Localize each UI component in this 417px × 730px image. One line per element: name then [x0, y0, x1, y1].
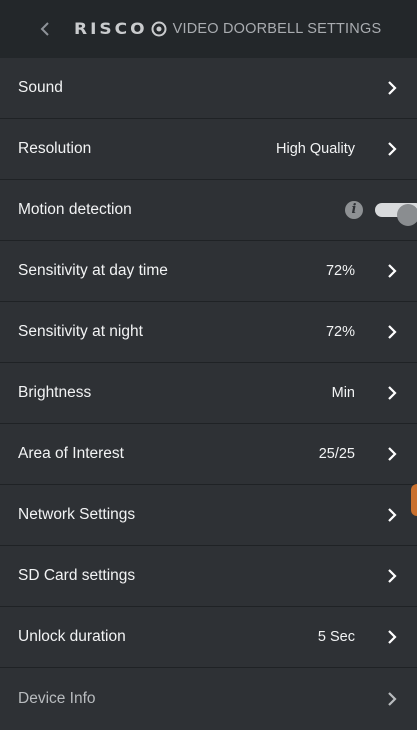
row-value: 5 Sec [317, 629, 355, 645]
settings-row-resolution[interactable]: Resolution High Quality [0, 119, 417, 180]
logo-text: RISCO [74, 19, 148, 39]
settings-row-brightness[interactable]: Brightness Min [0, 363, 417, 424]
settings-row-unlock-duration[interactable]: Unlock duration 5 Sec [0, 607, 417, 668]
settings-list: Sound Resolution High Quality Motion det… [0, 58, 417, 729]
chevron-right-icon [388, 264, 397, 278]
row-value: 72% [325, 324, 355, 340]
row-label: Network Settings [18, 506, 136, 523]
logo-mark-icon [151, 21, 167, 37]
scroll-indicator[interactable] [411, 484, 417, 516]
motion-detection-controls: i [345, 198, 417, 226]
chevron-right-icon [388, 142, 397, 156]
settings-row-sensitivity-day[interactable]: Sensitivity at day time 72% [0, 241, 417, 302]
settings-row-sensitivity-night[interactable]: Sensitivity at night 72% [0, 302, 417, 363]
row-value: Min [331, 385, 355, 401]
row-label: Brightness [18, 384, 92, 401]
app-header: RISCO VIDEO DOORBELL SETTINGS [0, 0, 417, 58]
toggle-knob [397, 204, 417, 226]
chevron-right-icon [388, 508, 397, 522]
info-icon[interactable]: i [345, 201, 363, 219]
row-label: Sensitivity at day time [18, 262, 168, 279]
row-label: SD Card settings [18, 567, 136, 584]
row-label: Sound [18, 79, 63, 96]
settings-row-motion-detection: Motion detection i [0, 180, 417, 241]
settings-row-area-of-interest[interactable]: Area of Interest 25/25 [0, 424, 417, 485]
motion-detection-toggle[interactable] [375, 203, 417, 226]
chevron-left-icon[interactable] [34, 18, 56, 40]
chevron-right-icon [388, 691, 397, 706]
row-value: High Quality [276, 141, 355, 157]
row-label: Device Info [18, 689, 96, 707]
page-title: VIDEO DOORBELL SETTINGS [172, 21, 382, 37]
risco-logo: RISCO [74, 19, 173, 39]
chevron-right-icon [388, 386, 397, 400]
row-label: Unlock duration [18, 628, 126, 645]
chevron-right-icon [388, 630, 397, 644]
chevron-right-icon [388, 569, 397, 583]
row-label: Resolution [18, 140, 92, 157]
settings-screen: RISCO VIDEO DOORBELL SETTINGS Sound Reso… [0, 0, 417, 730]
chevron-right-icon [388, 447, 397, 461]
settings-row-sd-card-settings[interactable]: SD Card settings [0, 546, 417, 607]
settings-row-network-settings[interactable]: Network Settings [0, 485, 417, 546]
row-label: Sensitivity at night [18, 323, 143, 340]
settings-row-sound[interactable]: Sound [0, 58, 417, 119]
chevron-right-icon [388, 81, 397, 95]
row-label: Area of Interest [18, 445, 124, 462]
settings-row-device-info[interactable]: Device Info [0, 668, 417, 729]
row-value: 72% [325, 263, 355, 279]
row-label: Motion detection [18, 201, 132, 218]
chevron-right-icon [388, 325, 397, 339]
row-value: 25/25 [318, 446, 355, 462]
